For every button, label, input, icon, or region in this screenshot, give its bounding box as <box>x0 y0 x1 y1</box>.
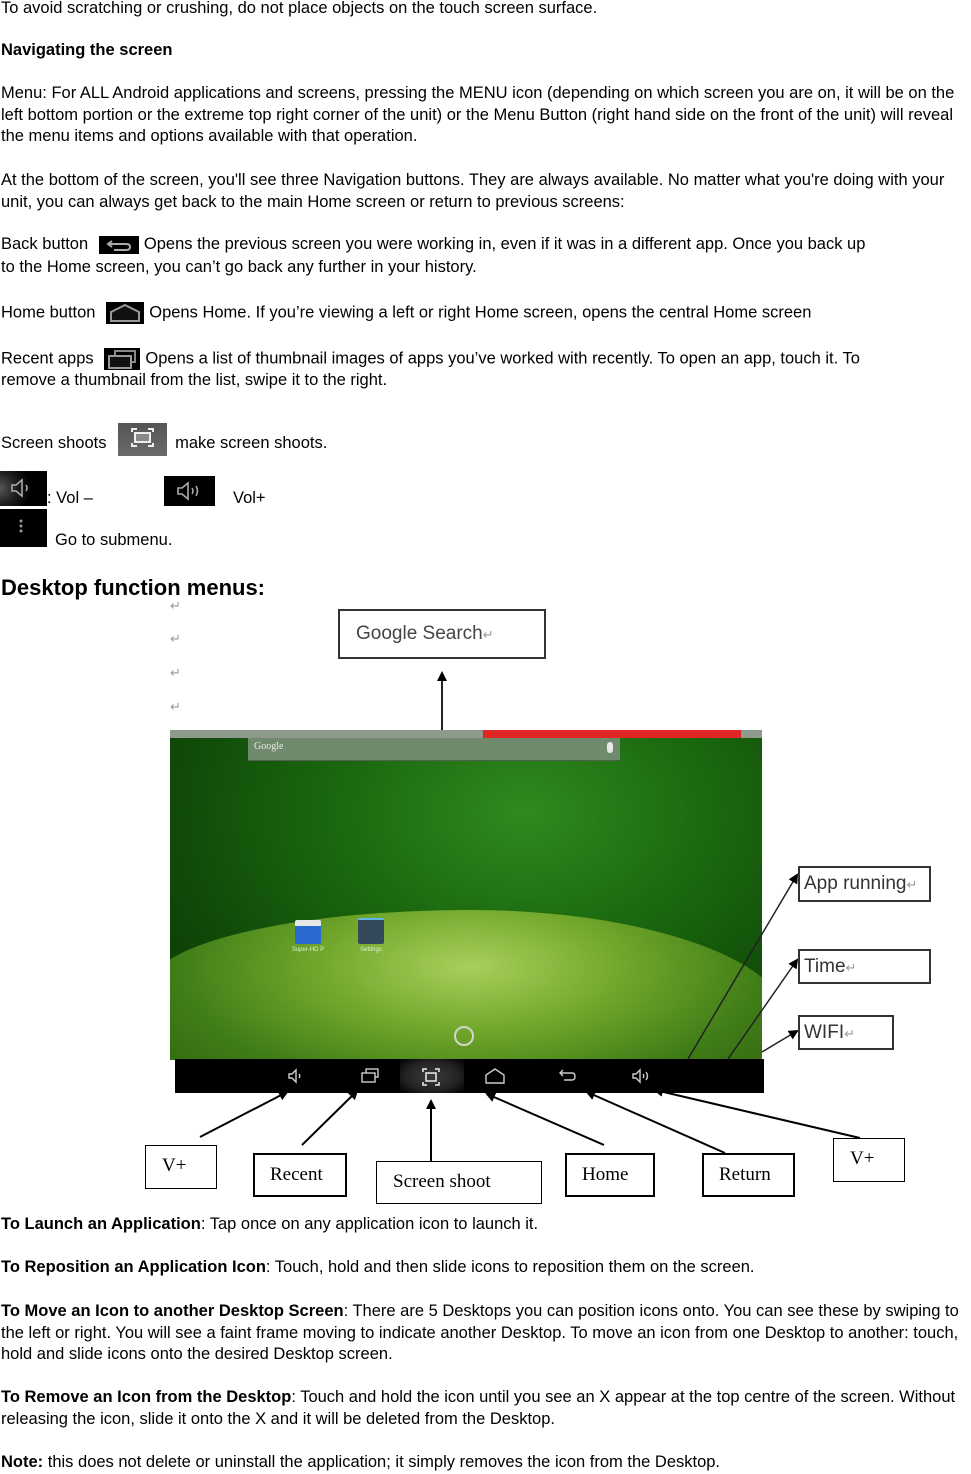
tip-launch-app: To Launch an Application: Tap once on an… <box>1 1215 539 1233</box>
arrow-app-running <box>687 873 799 1060</box>
callout-app-running: App running↵ <box>798 866 931 902</box>
tip-note: Note: this does not delete or uninstall … <box>1 1453 721 1471</box>
callout-vol-down: V+ <box>145 1145 217 1189</box>
callout-screen-shoot: Screen shoot <box>376 1161 542 1204</box>
annotation-arrows <box>199 671 861 1161</box>
arrow-vol-down <box>199 1091 289 1138</box>
callout-wifi: WIFI↵ <box>798 1015 894 1050</box>
tip-reposition-icon: To Reposition an Application Icon: Touch… <box>1 1258 755 1276</box>
arrow-wifi <box>761 1029 799 1053</box>
tip-move-icon: To Move an Icon to another Desktop Scree… <box>1 1302 959 1363</box>
callout-recent: Recent <box>253 1153 347 1197</box>
arrow-home <box>485 1092 605 1146</box>
arrow-vol-up <box>653 1086 861 1139</box>
callout-time: Time↵ <box>798 949 931 984</box>
callout-return: Return <box>702 1153 795 1197</box>
callout-vol-up: V+ <box>833 1138 905 1182</box>
arrow-recent <box>301 1089 359 1146</box>
callout-home: Home <box>565 1153 655 1197</box>
tip-remove-icon: To Remove an Icon from the Desktop: Touc… <box>1 1388 956 1428</box>
